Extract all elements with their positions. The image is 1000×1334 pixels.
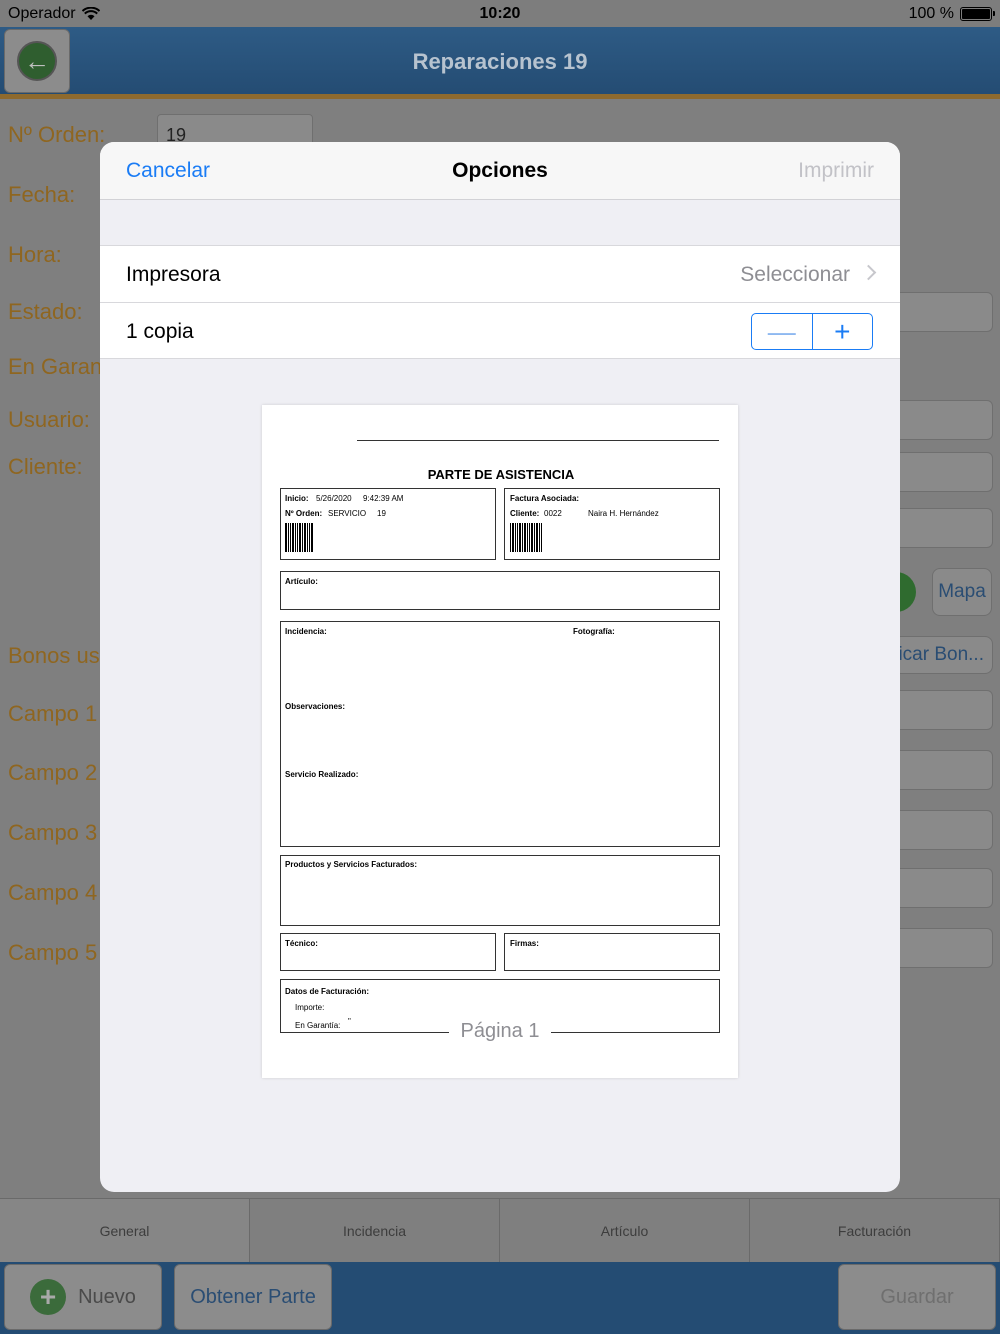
campo2-field[interactable] [893,750,993,790]
preview-facturacion-label: Datos de Facturación: [285,987,370,996]
copies-stepper: — + [751,313,873,350]
tab-general[interactable]: General [0,1199,250,1262]
preview-observaciones-label: Observaciones: [285,702,346,711]
preview-cliente-name: Naira H. Hernández [588,509,659,518]
campo5-field[interactable] [893,928,993,968]
aplicar-bono-button[interactable]: icar Bon... [893,636,993,674]
chevron-right-icon [860,264,877,281]
label-campo3: Campo 3 [8,820,98,845]
plus-icon: + [30,1279,67,1315]
preview-inicio-time: 9:42:39 AM [363,494,403,503]
preview-orden-barcode [285,523,313,552]
preview-orden-number: 19 [377,509,386,518]
bottom-toolbar: + Nuevo Obtener Parte Guardar [0,1262,1000,1334]
status-bar: Operador 10:20 100 % [0,0,1000,27]
label-fecha: Fecha: [8,182,76,207]
label-campo4: Campo 4 [8,880,98,905]
copies-label: 1 copia [126,320,194,343]
tab-articulo[interactable]: Artículo [500,1199,750,1262]
page-title: Reparaciones 19 [412,49,588,74]
preview-inicio-box: Inicio: 5/26/2020 9:42:39 AM Nº Orden: S… [280,488,496,560]
preview-factura-label: Factura Asociada: [510,494,580,503]
preview-orden-label: Nº Orden: [285,509,323,518]
print-preview-page[interactable]: PARTE DE ASISTENCIA Inicio: 5/26/2020 9:… [262,405,738,1078]
print-options-modal: Cancelar Opciones Imprimir Impresora Sel… [100,142,900,1192]
preview-inicio-date: 5/26/2020 [316,494,352,503]
preview-orden-type: SERVICIO [328,509,367,518]
preview-productos-box: Productos y Servicios Facturados: [280,855,720,926]
preview-factura-box: Factura Asociada: Cliente: 0022 Naira H.… [504,488,720,560]
campo1-field[interactable] [893,690,993,730]
label-garantia: En Garan [8,354,103,379]
preview-articulo-box: Artículo: [280,571,720,610]
preview-cliente-label: Cliente: [510,509,540,518]
preview-inicio-label: Inicio: [285,494,309,503]
label-estado: Estado: [8,299,83,324]
preview-importe-label: Importe: [295,1003,325,1012]
preview-fotografia-label: Fotografía: [573,627,615,636]
preview-header-line [357,440,719,441]
preview-productos-label: Productos y Servicios Facturados: [285,860,418,869]
preview-incidencia-box: Incidencia: Fotografía: Observaciones: S… [280,621,720,847]
preview-cliente-code: 0022 [544,509,562,518]
label-bonos: Bonos us [8,643,100,668]
status-time: 10:20 [479,5,521,22]
nuevo-label: Nuevo [78,1285,136,1308]
print-button[interactable]: Imprimir [798,159,874,183]
section-tabs: General Incidencia Artículo Facturación [0,1198,1000,1262]
cliente-field[interactable] [893,452,993,492]
nav-bar: ← Reparaciones 19 [0,27,1000,99]
label-orden: Nº Orden: [8,122,106,147]
battery-icon [960,7,995,21]
preview-cliente-barcode [510,523,544,552]
nuevo-button[interactable]: + Nuevo [4,1264,162,1330]
preview-incidencia-label: Incidencia: [285,627,327,636]
label-campo1: Campo 1 [8,701,98,726]
preview-firmas-box: Firmas: [504,933,720,971]
preview-title: PARTE DE ASISTENCIA [427,467,575,482]
label-campo2: Campo 2 [8,760,98,785]
usuario-field[interactable] [893,400,993,440]
label-campo5: Campo 5 [8,940,98,965]
preview-tecnico-label: Técnico: [285,939,318,948]
preview-firmas-label: Firmas: [510,939,539,948]
battery-percent: 100 % [908,5,954,22]
preview-articulo-label: Artículo: [285,577,318,586]
cliente-name-field[interactable] [893,508,993,548]
campo4-field[interactable] [893,868,993,908]
tab-incidencia[interactable]: Incidencia [250,1199,500,1262]
label-cliente: Cliente: [8,454,83,479]
printer-value: Seleccionar [740,263,850,286]
page-indicator: Página 1 [262,1020,738,1043]
tab-facturacion[interactable]: Facturación [750,1199,1000,1262]
label-hora: Hora: [8,242,62,267]
preview-servicio-label: Servicio Realizado: [285,770,359,779]
printer-label: Impresora [126,263,221,286]
mapa-button[interactable]: Mapa [932,568,992,616]
campo3-field[interactable] [893,810,993,850]
page-number-label: Página 1 [448,1020,552,1042]
increment-button[interactable]: + [813,314,873,349]
copies-row: 1 copia — + [100,302,900,359]
guardar-button[interactable]: Guardar [838,1264,996,1330]
obtener-parte-button[interactable]: Obtener Parte [174,1264,332,1330]
modal-title: Opciones [452,159,548,182]
modal-header: Cancelar Opciones Imprimir [100,142,900,200]
estado-field[interactable] [893,292,993,332]
preview-tecnico-box: Técnico: [280,933,496,971]
decrement-button[interactable]: — [752,314,813,349]
printer-row[interactable]: Impresora Seleccionar [100,245,900,302]
label-usuario: Usuario: [8,407,90,432]
